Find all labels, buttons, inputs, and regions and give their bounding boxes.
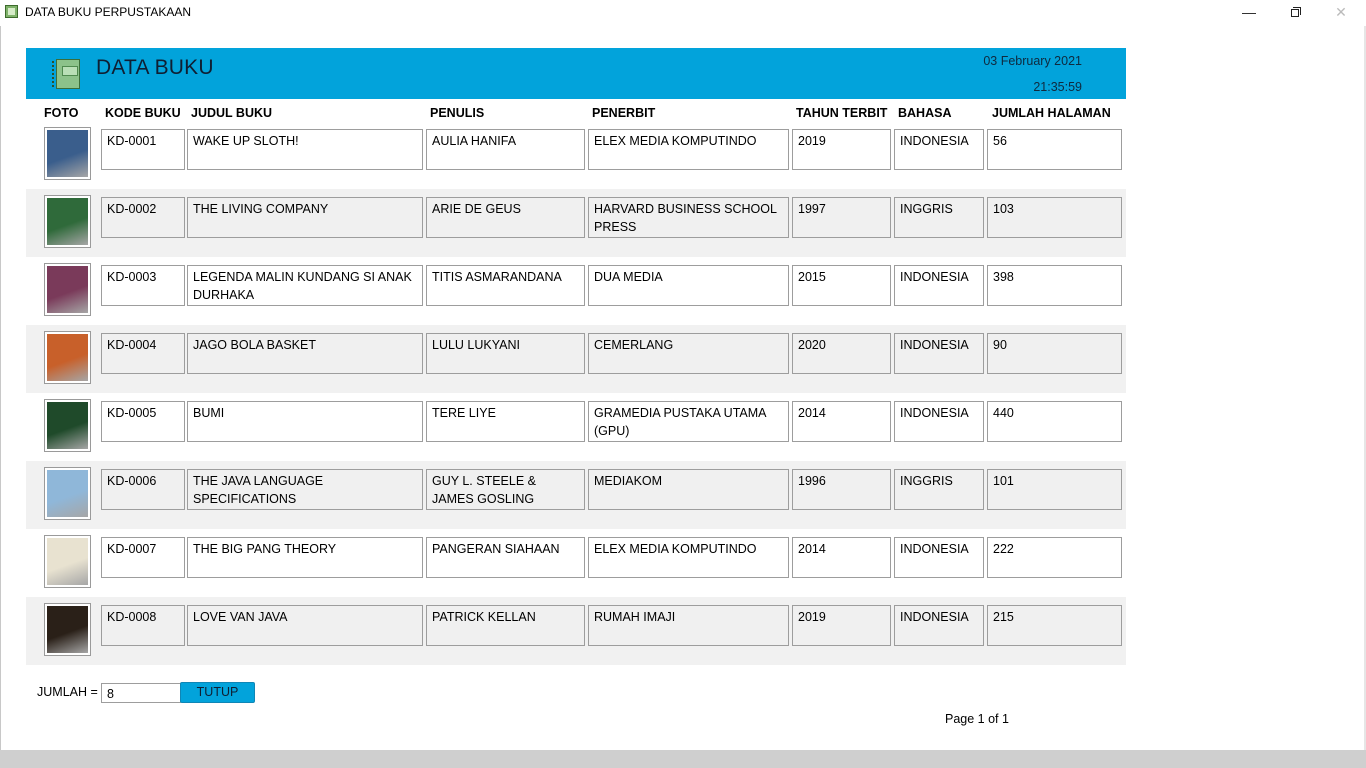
tahun-terbit-field[interactable]: 2019 xyxy=(792,129,891,170)
bahasa-field[interactable]: INGGRIS xyxy=(894,469,984,510)
book-cover-malin-kundang xyxy=(44,263,91,316)
bahasa-field[interactable]: INDONESIA xyxy=(894,129,984,170)
restore-button[interactable] xyxy=(1272,0,1318,26)
jumlah-halaman-field[interactable]: 101 xyxy=(987,469,1122,510)
kode-buku-field[interactable]: KD-0002 xyxy=(101,197,185,238)
book-cover-big-pang-theory xyxy=(44,535,91,588)
kode-buku-field[interactable]: KD-0003 xyxy=(101,265,185,306)
notebook-icon xyxy=(52,59,80,89)
book-cover-love-van-java xyxy=(44,603,91,656)
penulis-field[interactable]: GUY L. STEELE & JAMES GOSLING xyxy=(426,469,585,510)
table-row: KD-0003 LEGENDA MALIN KUNDANG SI ANAK DU… xyxy=(26,257,1126,325)
judul-buku-field[interactable]: LOVE VAN JAVA xyxy=(187,605,423,646)
penulis-field[interactable]: TITIS ASMARANDANA xyxy=(426,265,585,306)
table-row: KD-0001 WAKE UP SLOTH! AULIA HANIFA ELEX… xyxy=(26,121,1126,189)
tahun-terbit-field[interactable]: 2014 xyxy=(792,537,891,578)
penulis-field[interactable]: PANGERAN SIAHAAN xyxy=(426,537,585,578)
column-header-jumlah-halaman: JUMLAH HALAMAN xyxy=(992,106,1111,120)
column-header-kode-buku: KODE BUKU xyxy=(105,106,181,120)
minimize-button[interactable]: — xyxy=(1226,0,1272,26)
kode-buku-field[interactable]: KD-0001 xyxy=(101,129,185,170)
table-row: KD-0006 THE JAVA LANGUAGE SPECIFICATIONS… xyxy=(26,461,1126,529)
kode-buku-field[interactable]: KD-0008 xyxy=(101,605,185,646)
column-header-penulis: PENULIS xyxy=(430,106,485,120)
penulis-field[interactable]: TERE LIYE xyxy=(426,401,585,442)
tutup-button[interactable]: TUTUP xyxy=(180,682,255,703)
book-cover-wake-up-sloth xyxy=(44,127,91,180)
penerbit-field[interactable]: GRAMEDIA PUSTAKA UTAMA (GPU) xyxy=(588,401,789,442)
judul-buku-field[interactable]: WAKE UP SLOTH! xyxy=(187,129,423,170)
penulis-field[interactable]: ARIE DE GEUS xyxy=(426,197,585,238)
judul-buku-field[interactable]: JAGO BOLA BASKET xyxy=(187,333,423,374)
jumlah-halaman-field[interactable]: 222 xyxy=(987,537,1122,578)
table-row: KD-0002 THE LIVING COMPANY ARIE DE GEUS … xyxy=(26,189,1126,257)
book-cover-living-company xyxy=(44,195,91,248)
book-cover-java-language xyxy=(44,467,91,520)
tahun-terbit-field[interactable]: 1996 xyxy=(792,469,891,510)
penerbit-field[interactable]: MEDIAKOM xyxy=(588,469,789,510)
restore-icon xyxy=(1291,9,1299,17)
kode-buku-field[interactable]: KD-0006 xyxy=(101,469,185,510)
column-header-bahasa: BAHASA xyxy=(898,106,952,120)
tahun-terbit-field[interactable]: 2015 xyxy=(792,265,891,306)
jumlah-label: JUMLAH = xyxy=(37,685,98,699)
penerbit-field[interactable]: DUA MEDIA xyxy=(588,265,789,306)
penerbit-field[interactable]: CEMERLANG xyxy=(588,333,789,374)
kode-buku-field[interactable]: KD-0007 xyxy=(101,537,185,578)
page-indicator: Page 1 of 1 xyxy=(945,712,1009,726)
column-header-penerbit: PENERBIT xyxy=(592,106,656,120)
column-header-foto: FOTO xyxy=(44,106,79,120)
jumlah-halaman-field[interactable]: 103 xyxy=(987,197,1122,238)
window-left-border xyxy=(0,26,1,750)
tahun-terbit-field[interactable]: 1997 xyxy=(792,197,891,238)
table-row: KD-0004 JAGO BOLA BASKET LULU LUKYANI CE… xyxy=(26,325,1126,393)
judul-buku-field[interactable]: LEGENDA MALIN KUNDANG SI ANAK DURHAKA xyxy=(187,265,423,306)
close-button[interactable]: ✕ xyxy=(1318,0,1364,26)
penerbit-field[interactable]: HARVARD BUSINESS SCHOOL PRESS xyxy=(588,197,789,238)
page-title: DATA BUKU xyxy=(96,56,214,79)
judul-buku-field[interactable]: THE LIVING COMPANY xyxy=(187,197,423,238)
jumlah-halaman-field[interactable]: 398 xyxy=(987,265,1122,306)
report-header: DATA BUKU 03 February 2021 21:35:59 xyxy=(26,48,1126,99)
penerbit-field[interactable]: ELEX MEDIA KOMPUTINDO xyxy=(588,129,789,170)
kode-buku-field[interactable]: KD-0004 xyxy=(101,333,185,374)
jumlah-halaman-field[interactable]: 215 xyxy=(987,605,1122,646)
penulis-field[interactable]: LULU LUKYANI xyxy=(426,333,585,374)
window-titlebar: DATA BUKU PERPUSTAKAAN — ✕ xyxy=(0,0,1366,26)
bahasa-field[interactable]: INDONESIA xyxy=(894,537,984,578)
column-header-tahun-terbit: TAHUN TERBIT xyxy=(796,106,888,120)
bahasa-field[interactable]: INDONESIA xyxy=(894,333,984,374)
book-cover-bumi xyxy=(44,399,91,452)
bahasa-field[interactable]: INDONESIA xyxy=(894,265,984,306)
table-row: KD-0005 BUMI TERE LIYE GRAMEDIA PUSTAKA … xyxy=(26,393,1126,461)
bahasa-field[interactable]: INDONESIA xyxy=(894,401,984,442)
tahun-terbit-field[interactable]: 2014 xyxy=(792,401,891,442)
kode-buku-field[interactable]: KD-0005 xyxy=(101,401,185,442)
table-row: KD-0007 THE BIG PANG THEORY PANGERAN SIA… xyxy=(26,529,1126,597)
jumlah-halaman-field[interactable]: 440 xyxy=(987,401,1122,442)
book-cover-jago-bola-basket xyxy=(44,331,91,384)
report-time: 21:35:59 xyxy=(1033,80,1082,94)
penerbit-field[interactable]: RUMAH IMAJI xyxy=(588,605,789,646)
tahun-terbit-field[interactable]: 2020 xyxy=(792,333,891,374)
app-icon xyxy=(5,5,18,18)
window-title: DATA BUKU PERPUSTAKAAN xyxy=(25,5,192,19)
jumlah-field[interactable]: 8 xyxy=(101,683,181,703)
judul-buku-field[interactable]: THE BIG PANG THEORY xyxy=(187,537,423,578)
column-header-judul-buku: JUDUL BUKU xyxy=(191,106,273,120)
bahasa-field[interactable]: INDONESIA xyxy=(894,605,984,646)
jumlah-halaman-field[interactable]: 56 xyxy=(987,129,1122,170)
penulis-field[interactable]: PATRICK KELLAN xyxy=(426,605,585,646)
report-date: 03 February 2021 xyxy=(983,54,1082,68)
judul-buku-field[interactable]: BUMI xyxy=(187,401,423,442)
bottom-scroll-area xyxy=(0,750,1366,768)
bahasa-field[interactable]: INGGRIS xyxy=(894,197,984,238)
penulis-field[interactable]: AULIA HANIFA xyxy=(426,129,585,170)
jumlah-halaman-field[interactable]: 90 xyxy=(987,333,1122,374)
tahun-terbit-field[interactable]: 2019 xyxy=(792,605,891,646)
judul-buku-field[interactable]: THE JAVA LANGUAGE SPECIFICATIONS xyxy=(187,469,423,510)
penerbit-field[interactable]: ELEX MEDIA KOMPUTINDO xyxy=(588,537,789,578)
table-row: KD-0008 LOVE VAN JAVA PATRICK KELLAN RUM… xyxy=(26,597,1126,665)
